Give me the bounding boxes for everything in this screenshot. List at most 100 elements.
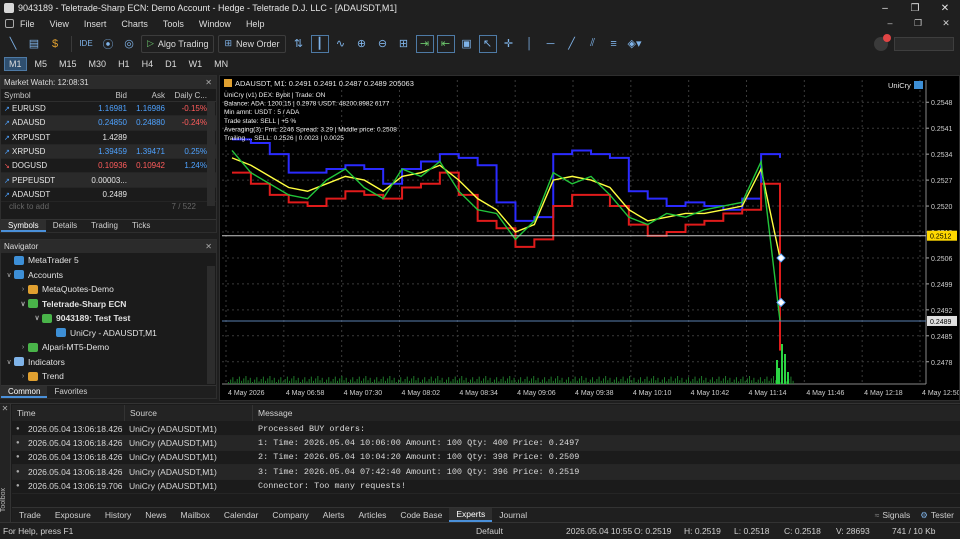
cursor-icon[interactable]: ↖ [478, 34, 497, 53]
signals-button[interactable]: Signals [875, 510, 910, 520]
market-watch-row[interactable]: ↗ XRPUSD 1.39459 1.39471 0.25% [1, 144, 216, 160]
tab-alerts[interactable]: Alerts [316, 508, 352, 522]
close-icon[interactable]: ✕ [0, 404, 10, 413]
bar-chart-icon[interactable]: ┃ [310, 34, 329, 53]
line-chart-icon[interactable]: ∿ [332, 35, 350, 53]
horizontal-line-icon[interactable]: ─ [542, 35, 560, 53]
column-bid[interactable]: Bid [82, 91, 127, 100]
market-watch-row[interactable]: ↗ PEPEUSDT 0.00003... [1, 173, 216, 188]
account-input[interactable] [894, 36, 954, 51]
timeframe-m15[interactable]: M15 [55, 58, 81, 70]
menu-file[interactable]: File [20, 19, 35, 29]
tile-windows-icon[interactable]: ⊞ [395, 35, 413, 53]
navigator-scrollbar[interactable] [207, 266, 215, 384]
ide-button[interactable]: IDE [76, 35, 96, 53]
timeframe-m5[interactable]: M5 [31, 58, 52, 70]
navigator-item[interactable]: ∨ Indicators [1, 355, 216, 370]
tab-symbols[interactable]: Symbols [1, 220, 46, 232]
close-icon[interactable]: ✕ [205, 78, 212, 87]
tab-news[interactable]: News [138, 508, 173, 522]
column-daily-change[interactable]: Daily C... [165, 91, 207, 100]
minimize-button[interactable]: – [870, 3, 900, 14]
screenshot-icon[interactable]: ▣ [458, 35, 476, 53]
menu-insert[interactable]: Insert [84, 19, 107, 29]
algo-trading-button[interactable]: ▷ Algo Trading [141, 34, 215, 53]
navigator-item[interactable]: › MetaQuotes-Demo [1, 282, 216, 297]
close-button[interactable]: ✕ [930, 3, 960, 14]
tab-journal[interactable]: Journal [492, 508, 534, 522]
timeframe-h1[interactable]: H1 [114, 58, 134, 70]
channel-icon[interactable]: ⫽ [584, 35, 602, 53]
chart-canvas[interactable]: 4 May 2026 4 May 06:58 4 May 07:30 4 May 08… [220, 76, 960, 400]
chevron-icon[interactable]: ∨ [32, 314, 42, 322]
column-time[interactable]: Time [12, 405, 125, 421]
market-watch-scrollbar[interactable] [207, 102, 215, 206]
tester-button[interactable]: Tester [920, 510, 954, 521]
chevron-icon[interactable]: ∨ [18, 300, 28, 308]
trendline-icon[interactable]: ╱ [563, 35, 581, 53]
notification-icon[interactable] [874, 33, 891, 51]
dollar-icon[interactable]: $ [46, 35, 64, 53]
navigator-item[interactable]: ∨ 9043189: Test Test [1, 311, 216, 326]
maximize-button[interactable]: ❐ [900, 3, 930, 14]
timeframe-w1[interactable]: W1 [185, 58, 207, 70]
chart-close-button[interactable]: ✕ [932, 18, 960, 29]
market-watch-row[interactable]: ↗ ADAUSDT 0.2489 [1, 188, 216, 203]
menu-help[interactable]: Help [246, 19, 265, 29]
close-icon[interactable]: ✕ [205, 242, 212, 251]
tab-company[interactable]: Company [265, 508, 315, 522]
log-row[interactable]: ● 2026.05.04 13:06:18.426 UniCry (ADAUSDT,… [12, 465, 960, 480]
log-row[interactable]: ● 2026.05.04 13:06:19.706 UniCry (ADAUSDT,… [12, 480, 960, 494]
timeframe-m30[interactable]: M30 [85, 58, 111, 70]
market-watch-row[interactable]: ↘ DOGUSD 0.10936 0.10942 1.24% [1, 159, 216, 174]
chart-restore-button[interactable]: ❐ [904, 18, 932, 29]
market-watch-row[interactable]: ↗ ADAUSD 0.24850 0.24880 -0.24% [1, 116, 216, 131]
vps-icon[interactable]: ◎ [120, 35, 138, 53]
tab-details[interactable]: Details [46, 220, 84, 232]
autoscroll-icon[interactable]: ⇤ [436, 34, 455, 53]
signal-icon[interactable]: ⦿ [99, 35, 117, 53]
column-message[interactable]: Message [253, 405, 960, 421]
tab-articles[interactable]: Articles [351, 508, 393, 522]
tab-favorites[interactable]: Favorites [47, 386, 94, 398]
vertical-line-icon[interactable]: │ [521, 35, 539, 53]
new-order-button[interactable]: ⊞ New Order [218, 34, 286, 53]
profiles-icon[interactable]: ▤ [25, 35, 43, 53]
chevron-icon[interactable]: › [18, 344, 28, 351]
market-watch-row[interactable]: ↗ EURUSD 1.16981 1.16986 -0.15% [1, 102, 216, 117]
shapes-icon[interactable]: ◈▾ [626, 35, 644, 53]
tab-mailbox[interactable]: Mailbox [174, 508, 217, 522]
timeframe-mn[interactable]: MN [210, 58, 232, 70]
navigator-item[interactable]: › Alpari-MT5-Demo [1, 340, 216, 355]
tab-ticks[interactable]: Ticks [125, 220, 157, 232]
chevron-icon[interactable]: › [18, 373, 28, 380]
tab-trading[interactable]: Trading [84, 220, 125, 232]
navigator-item[interactable]: ∨ Accounts [1, 268, 216, 283]
crosshair-icon[interactable]: ✛ [500, 35, 518, 53]
tab-exposure[interactable]: Exposure [48, 508, 98, 522]
log-row[interactable]: ● 2026.05.04 13:06:18.426 UniCry (ADAUSDT,… [12, 436, 960, 451]
tab-trade[interactable]: Trade [12, 508, 48, 522]
navigator-item[interactable]: UniCry - ADAUSDT,M1 [1, 326, 216, 341]
chart-shift-icon[interactable]: ⇥ [415, 34, 434, 53]
timeframe-h4[interactable]: H4 [138, 58, 158, 70]
market-watch-row[interactable]: ↗ XRPUSDT 1.4289 [1, 131, 216, 145]
zoom-out-icon[interactable]: ⊖ [374, 35, 392, 53]
menu-view[interactable]: View [50, 19, 69, 29]
price-chart[interactable]: 4 May 2026 4 May 06:58 4 May 07:30 4 May 08… [219, 75, 960, 401]
column-ask[interactable]: Ask [127, 91, 165, 100]
navigator-item[interactable]: › Trend [1, 369, 216, 384]
column-symbol[interactable]: Symbol [4, 91, 82, 100]
log-row[interactable]: ● 2026.05.04 13:06:18.426 UniCry (ADAUSDT,… [12, 451, 960, 466]
chevron-icon[interactable]: ∨ [4, 271, 14, 279]
navigator-item[interactable]: ∨ Teletrade-Sharp ECN [1, 297, 216, 312]
menu-charts[interactable]: Charts [121, 19, 148, 29]
tab-common[interactable]: Common [1, 386, 48, 398]
menu-tools[interactable]: Tools [163, 19, 184, 29]
log-row[interactable]: ● 2026.05.04 13:06:18.426 UniCry (ADAUSDT,… [12, 422, 960, 437]
tab-experts[interactable]: Experts [449, 508, 493, 522]
timeframe-m1[interactable]: M1 [4, 57, 27, 71]
chart-minimize-button[interactable]: – [876, 18, 904, 29]
tab-code-base[interactable]: Code Base [393, 508, 449, 522]
tab-history[interactable]: History [98, 508, 138, 522]
